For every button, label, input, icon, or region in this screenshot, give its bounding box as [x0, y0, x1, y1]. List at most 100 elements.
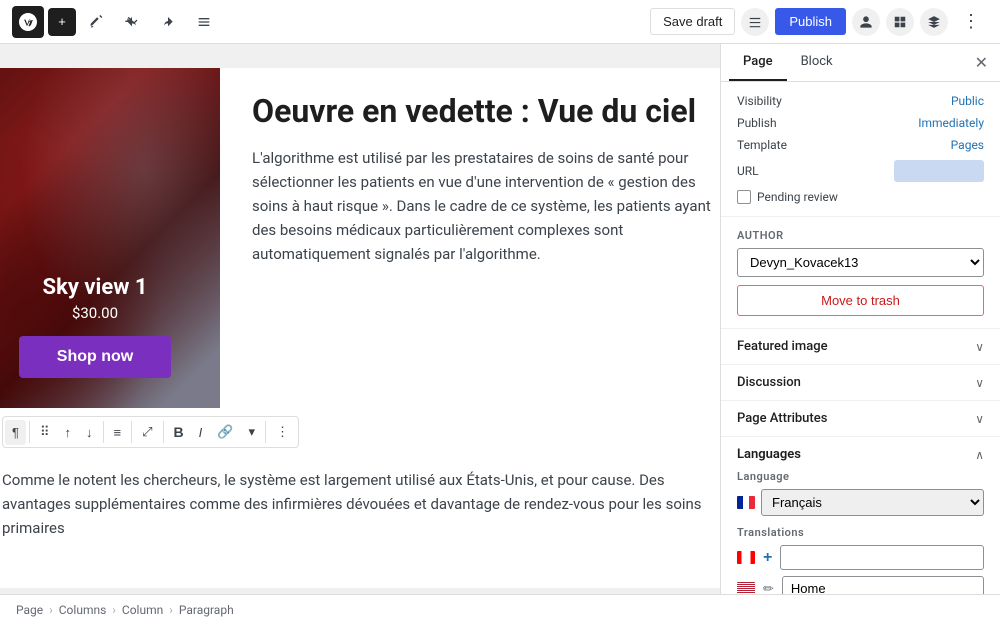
- redo-button[interactable]: [152, 8, 184, 36]
- template-row: Template Pages: [737, 138, 984, 152]
- save-draft-button[interactable]: Save draft: [650, 8, 735, 35]
- more-block-options[interactable]: ⋮: [269, 419, 296, 445]
- translation-input-ca[interactable]: [780, 545, 984, 570]
- breadcrumb-columns[interactable]: Columns: [59, 603, 107, 617]
- product-title: Sky view 1: [43, 275, 148, 300]
- author-label: AUTHOR: [737, 229, 984, 242]
- publish-label: Publish: [737, 116, 777, 130]
- breadcrumb-sep-1: ›: [49, 603, 53, 617]
- breadcrumb-page[interactable]: Page: [16, 603, 43, 617]
- align-button[interactable]: ≡: [107, 420, 129, 445]
- template-label: Template: [737, 138, 787, 152]
- url-bar[interactable]: [894, 160, 984, 182]
- view-icon: [748, 15, 762, 29]
- breadcrumb-paragraph[interactable]: Paragraph: [179, 603, 234, 617]
- discussion-label: Discussion: [737, 375, 801, 390]
- page-attributes-section[interactable]: Page Attributes ∨: [721, 401, 1000, 437]
- url-label: URL: [737, 164, 759, 178]
- more-options-button[interactable]: ⋮: [954, 5, 988, 38]
- languages-title: Languages: [737, 447, 801, 462]
- redo-icon: [160, 14, 176, 30]
- shop-now-button[interactable]: Shop now: [19, 336, 171, 378]
- languages-header[interactable]: Languages ∧: [737, 447, 984, 462]
- featured-block: Sky view 1 $30.00 Shop now Oeuvre en ved…: [0, 68, 720, 408]
- toolbar-divider-1: [29, 421, 30, 443]
- top-toolbar: + Save draft Publish ⋮: [0, 0, 1000, 44]
- list-view-button[interactable]: [188, 8, 220, 36]
- product-image-card: Sky view 1 $30.00 Shop now: [0, 68, 220, 408]
- toolbar-right: Save draft Publish ⋮: [650, 5, 988, 38]
- article-paragraph-1: L'algorithme est utilisé par les prestat…: [252, 146, 718, 266]
- pending-review-label: Pending review: [757, 190, 838, 204]
- canada-flag: [737, 551, 755, 564]
- move-down-button[interactable]: ↓: [79, 420, 100, 445]
- breadcrumb-sep-2: ›: [112, 603, 116, 617]
- article-text-area: Oeuvre en vedette : Vue du ciel L'algori…: [220, 68, 720, 408]
- article-paragraph-2: Comme le notent les chercheurs, le systè…: [0, 468, 720, 556]
- toolbar-divider-5: [265, 421, 266, 443]
- translations-label: Translations: [737, 526, 984, 539]
- language-select[interactable]: Français: [761, 489, 984, 516]
- template-value[interactable]: Pages: [951, 138, 984, 152]
- plugins-button[interactable]: [920, 8, 948, 36]
- panel-close-button[interactable]: ✕: [971, 49, 992, 77]
- featured-image-section[interactable]: Featured image ∨: [721, 329, 1000, 365]
- toolbar-divider-2: [103, 421, 104, 443]
- us-flag: [737, 582, 755, 594]
- undo-button[interactable]: [116, 8, 148, 36]
- add-translation-button[interactable]: +: [761, 547, 774, 569]
- languages-chevron: ∧: [975, 448, 984, 462]
- visibility-label: Visibility: [737, 94, 782, 108]
- transform-button[interactable]: ⤢: [135, 419, 159, 445]
- publish-button[interactable]: Publish: [775, 8, 846, 35]
- author-section: AUTHOR Devyn_Kovacek13 Move to trash: [721, 217, 1000, 329]
- layout-button[interactable]: [886, 8, 914, 36]
- link-button[interactable]: 🔗: [210, 419, 240, 445]
- main-area: Sky view 1 $30.00 Shop now Oeuvre en ved…: [0, 44, 1000, 594]
- tab-page[interactable]: Page: [729, 44, 787, 81]
- breadcrumb-column[interactable]: Column: [122, 603, 163, 617]
- publish-value[interactable]: Immediately: [918, 116, 984, 130]
- add-block-button[interactable]: +: [48, 8, 76, 36]
- user-avatar[interactable]: [852, 8, 880, 36]
- wp-icon: [19, 13, 37, 31]
- bold-button[interactable]: B: [167, 419, 191, 445]
- translation-row-ca: +: [737, 545, 984, 570]
- url-row: URL: [737, 160, 984, 182]
- edit-translation-button[interactable]: ✏: [761, 579, 776, 595]
- publish-row: Publish Immediately: [737, 116, 984, 130]
- page-attributes-chevron: ∨: [975, 412, 984, 426]
- tools-button[interactable]: [80, 8, 112, 36]
- editor-content: Sky view 1 $30.00 Shop now Oeuvre en ved…: [0, 68, 720, 588]
- drag-handle[interactable]: ⠿: [33, 419, 57, 445]
- editor-canvas: Sky view 1 $30.00 Shop now Oeuvre en ved…: [0, 44, 720, 594]
- toolbar-left: +: [12, 6, 220, 38]
- wordpress-logo[interactable]: [12, 6, 44, 38]
- panel-tabs: Page Block ✕: [721, 44, 1000, 82]
- toolbar-divider-3: [131, 421, 132, 443]
- tab-block[interactable]: Block: [787, 44, 847, 81]
- italic-button[interactable]: I: [192, 420, 210, 445]
- move-up-button[interactable]: ↑: [58, 420, 79, 445]
- discussion-section[interactable]: Discussion ∨: [721, 365, 1000, 401]
- view-button[interactable]: [741, 8, 769, 36]
- article-title: Oeuvre en vedette : Vue du ciel: [252, 92, 718, 130]
- author-select[interactable]: Devyn_Kovacek13: [737, 248, 984, 277]
- translation-row-us: ✏: [737, 576, 984, 594]
- more-rich-text-button[interactable]: ▾: [241, 419, 262, 445]
- move-to-trash-button[interactable]: Move to trash: [737, 285, 984, 316]
- featured-image-label: Featured image: [737, 339, 828, 354]
- translation-input-us[interactable]: [782, 576, 984, 594]
- discussion-chevron: ∨: [975, 376, 984, 390]
- block-type-button[interactable]: ¶: [5, 420, 26, 445]
- breadcrumb-sep-3: ›: [169, 603, 173, 617]
- pending-review-checkbox[interactable]: [737, 190, 751, 204]
- paragraph-icon: ¶: [12, 425, 19, 440]
- undo-icon: [124, 14, 140, 30]
- visibility-section: Visibility Public Publish Immediately Te…: [721, 82, 1000, 217]
- pencil-icon: [88, 14, 104, 30]
- french-flag: [737, 496, 755, 509]
- visibility-value[interactable]: Public: [951, 94, 984, 108]
- page-attributes-label: Page Attributes: [737, 411, 827, 426]
- user-icon: [859, 15, 873, 29]
